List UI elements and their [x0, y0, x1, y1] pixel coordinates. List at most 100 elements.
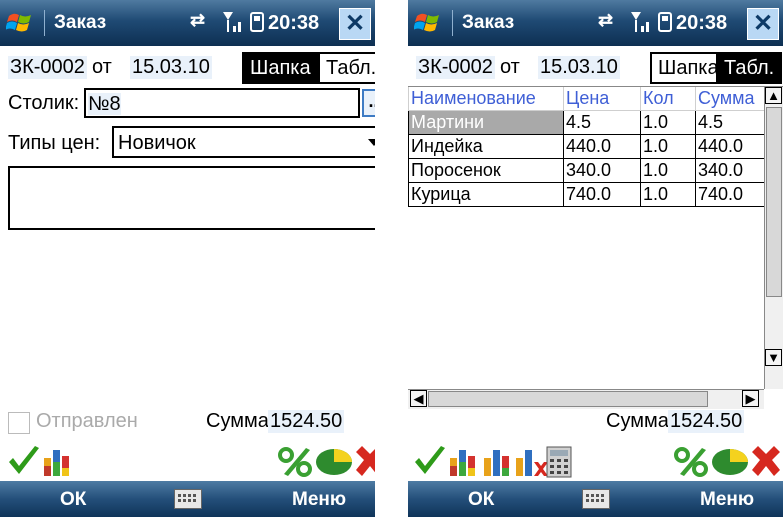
- sync-icon: ⇄: [190, 10, 206, 30]
- cell-price[interactable]: 4.5: [563, 110, 641, 135]
- cell-qty[interactable]: 1.0: [640, 134, 696, 159]
- document-header-row: ЗК-0002 от 15.03.10 Шапка Табл.: [0, 50, 375, 84]
- order-items-table: Наименование Цена Кол Сумма Мартини 4.5 …: [408, 87, 765, 207]
- cell-name[interactable]: Курица: [408, 182, 564, 207]
- checkmark-icon[interactable]: [6, 444, 42, 478]
- scroll-down-icon[interactable]: ▼: [765, 349, 782, 366]
- cell-price[interactable]: 740.0: [563, 182, 641, 207]
- softkey-bar: ОК Меню: [408, 481, 783, 517]
- cell-qty[interactable]: 1.0: [640, 158, 696, 183]
- app-title: Заказ: [462, 12, 515, 33]
- column-header-price[interactable]: Цена: [563, 87, 641, 111]
- percent-icon[interactable]: [276, 446, 316, 478]
- calculator-icon[interactable]: [546, 446, 572, 478]
- price-type-value: Новичок: [118, 132, 196, 154]
- red-x-icon[interactable]: [748, 444, 783, 480]
- keyboard-icon[interactable]: [582, 489, 610, 509]
- signal-icon: [223, 12, 241, 32]
- checkmark-icon[interactable]: [412, 444, 448, 478]
- cell-price[interactable]: 340.0: [563, 158, 641, 183]
- screen-header-tab: Заказ ⇄ 20:38 ✕ ЗК-0002 от 15.03.10 Шапк…: [0, 0, 375, 517]
- menu-softkey[interactable]: Меню: [292, 489, 346, 511]
- title-bar: Заказ ⇄ 20:38 ✕: [0, 0, 375, 46]
- document-number: ЗК-0002: [8, 56, 87, 79]
- close-button[interactable]: ✕: [339, 8, 371, 40]
- screen-table-tab: Заказ ⇄ 20:38 ✕ ЗК-0002 от 15.03.10 Шапк…: [408, 0, 783, 517]
- document-date: 15.03.10: [130, 56, 212, 79]
- cell-price[interactable]: 440.0: [563, 134, 641, 159]
- cell-qty[interactable]: 1.0: [640, 110, 696, 135]
- windows-start-icon[interactable]: [6, 8, 34, 36]
- clock-time: 20:38: [268, 12, 320, 34]
- cell-qty[interactable]: 1.0: [640, 182, 696, 207]
- bar-chart-icon[interactable]: [42, 446, 76, 478]
- windows-start-icon[interactable]: [414, 8, 442, 36]
- date-from-label: от: [92, 56, 112, 78]
- cell-sum[interactable]: 440.0: [695, 134, 765, 159]
- scroll-left-icon[interactable]: ◀: [410, 390, 427, 407]
- tab-table[interactable]: Табл.: [318, 52, 375, 84]
- red-x-icon[interactable]: [352, 444, 375, 480]
- title-separator: [44, 10, 45, 36]
- scroll-up-icon[interactable]: ▲: [765, 87, 782, 104]
- table-row[interactable]: Мартини 4.5 1.0 4.5: [408, 110, 765, 135]
- tab-table[interactable]: Табл.: [716, 52, 783, 84]
- column-header-qty[interactable]: Кол: [640, 87, 696, 111]
- tab-header[interactable]: Шапка: [242, 52, 319, 84]
- menu-softkey[interactable]: Меню: [700, 489, 754, 511]
- sum-value: 1524.50: [268, 410, 345, 433]
- vertical-scroll-thumb[interactable]: [766, 107, 782, 297]
- close-button[interactable]: ✕: [747, 8, 779, 40]
- horizontal-scroll-thumb[interactable]: [428, 391, 708, 407]
- price-type-dropdown[interactable]: Новичок: [112, 126, 375, 158]
- order-items-grid[interactable]: Наименование Цена Кол Сумма Мартини 4.5 …: [408, 86, 783, 409]
- phone-icon: [658, 12, 672, 32]
- ok-softkey[interactable]: ОК: [60, 489, 86, 511]
- cell-sum[interactable]: 4.5: [695, 110, 765, 135]
- comment-textarea[interactable]: [8, 166, 375, 230]
- scroll-right-icon[interactable]: ▶: [742, 390, 759, 407]
- pie-chart-icon[interactable]: [710, 446, 750, 478]
- table-row[interactable]: Поросенок 340.0 1.0 340.0: [408, 158, 765, 183]
- table-number-value: №8: [88, 93, 121, 115]
- cell-name[interactable]: Мартини: [408, 110, 564, 135]
- keyboard-icon[interactable]: [174, 489, 202, 509]
- table-number-label: Столик:: [8, 92, 80, 114]
- sum-label: Сумма:: [206, 410, 275, 432]
- chevron-down-icon: [368, 139, 375, 146]
- app-title: Заказ: [54, 12, 107, 33]
- document-number: ЗК-0002: [416, 56, 495, 79]
- cell-name[interactable]: Поросенок: [408, 158, 564, 183]
- sent-checkbox[interactable]: [8, 412, 30, 434]
- cell-name[interactable]: Индейка: [408, 134, 564, 159]
- phone-icon: [250, 12, 264, 32]
- ok-softkey[interactable]: ОК: [468, 489, 494, 511]
- sync-icon: ⇄: [598, 10, 614, 30]
- bar-chart-icon[interactable]: [448, 446, 482, 478]
- table-row[interactable]: Курица 740.0 1.0 740.0: [408, 182, 765, 207]
- price-type-label: Типы цен:: [8, 132, 101, 154]
- date-from-label: от: [500, 56, 520, 78]
- column-header-name[interactable]: Наименование: [408, 87, 564, 111]
- signal-icon: [631, 12, 649, 32]
- table-row[interactable]: Индейка 440.0 1.0 440.0: [408, 134, 765, 159]
- title-bar: Заказ ⇄ 20:38 ✕: [408, 0, 783, 46]
- cell-sum[interactable]: 340.0: [695, 158, 765, 183]
- column-header-sum[interactable]: Сумма: [695, 87, 765, 111]
- vertical-scrollbar[interactable]: ▲ ▼: [764, 87, 783, 389]
- table-number-field[interactable]: №8: [84, 88, 360, 118]
- pie-chart-icon[interactable]: [314, 446, 354, 478]
- bar-chart-add-icon[interactable]: [482, 446, 516, 478]
- clock-time: 20:38: [676, 12, 728, 34]
- cell-sum[interactable]: 740.0: [695, 182, 765, 207]
- sent-label: Отправлен: [36, 410, 138, 432]
- softkey-bar: ОК Меню: [0, 481, 375, 517]
- bar-chart-delete-icon[interactable]: [514, 446, 548, 478]
- sum-label: Сумма:: [606, 410, 675, 432]
- document-date: 15.03.10: [538, 56, 620, 79]
- horizontal-scrollbar[interactable]: ◀ ▶: [408, 389, 764, 409]
- title-separator: [452, 10, 453, 36]
- table-select-button[interactable]: ...: [362, 89, 375, 117]
- document-header-row: ЗК-0002 от 15.03.10 Шапка Табл.: [408, 50, 783, 84]
- percent-icon[interactable]: [672, 446, 712, 478]
